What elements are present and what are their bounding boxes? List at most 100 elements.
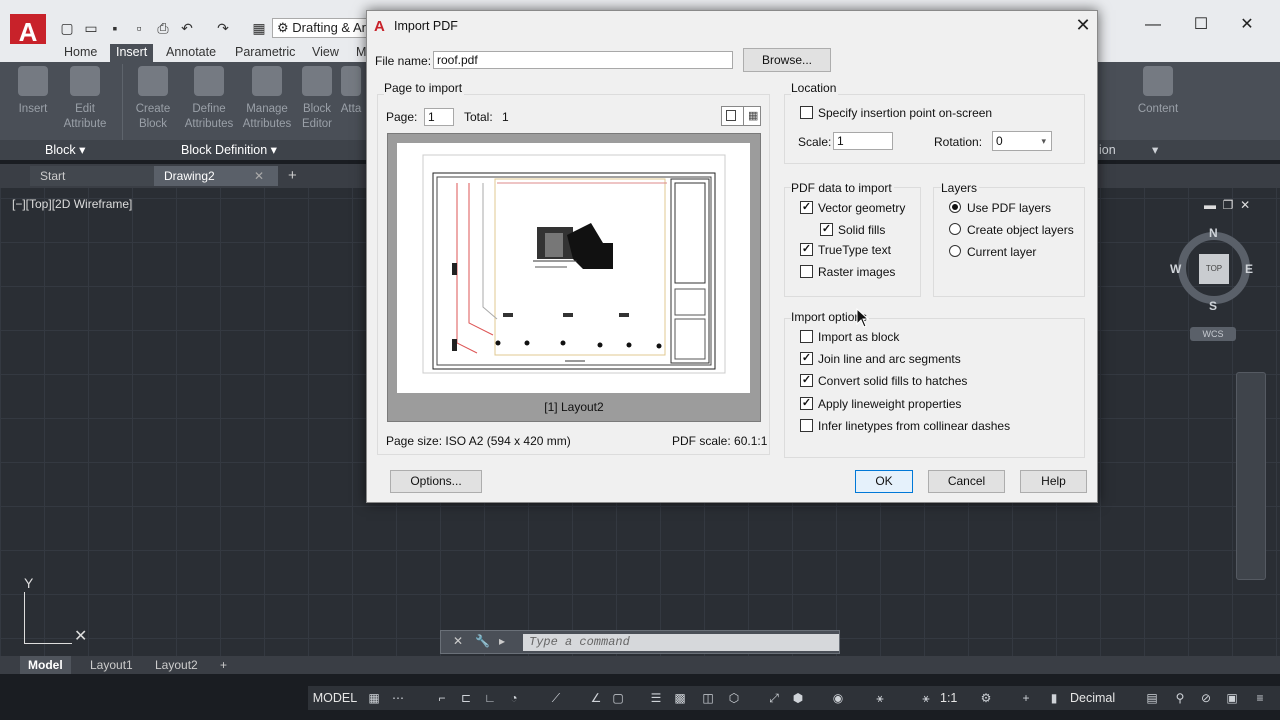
tab-view[interactable]: View: [306, 44, 345, 62]
compass-south[interactable]: S: [1209, 299, 1217, 313]
help-button[interactable]: Help: [1020, 470, 1087, 493]
file-tab-start[interactable]: Start: [30, 166, 154, 186]
3d-object-snap-icon[interactable]: ⬡: [726, 690, 742, 706]
cancel-button[interactable]: Cancel: [928, 470, 1005, 493]
new-icon[interactable]: ▢: [58, 20, 76, 36]
auto-scale-icon[interactable]: ⚹: [918, 690, 934, 706]
page-number-field[interactable]: 1: [424, 108, 454, 126]
rotation-select[interactable]: 0 ▾: [992, 131, 1052, 151]
plot-icon[interactable]: ⎙: [154, 20, 172, 36]
object-snap-tracking-icon[interactable]: ∠: [588, 690, 604, 706]
infer-constraints-icon[interactable]: ⌐: [434, 690, 450, 706]
block-editor-button[interactable]: Block Editor: [292, 66, 342, 136]
compass-west[interactable]: W: [1170, 262, 1181, 276]
file-name-field[interactable]: roof.pdf: [433, 51, 733, 69]
thumbnails-icon[interactable]: ▦: [748, 109, 758, 123]
navigation-bar[interactable]: [1236, 372, 1266, 580]
command-input[interactable]: Type a command: [523, 634, 839, 651]
polar-icon[interactable]: ◔: [506, 690, 522, 706]
tab-home[interactable]: Home: [58, 44, 103, 62]
tab-annotate[interactable]: Annotate: [160, 44, 222, 62]
create-block-button[interactable]: Create Block: [128, 66, 178, 136]
new-tab-button[interactable]: +: [288, 167, 297, 184]
lineweight-icon[interactable]: ☰: [648, 690, 664, 706]
tab-parametric[interactable]: Parametric: [229, 44, 301, 62]
command-history-icon[interactable]: ▸: [499, 634, 505, 648]
dynamic-ucs-icon[interactable]: ⤢: [766, 690, 782, 706]
convert-fills-checkbox[interactable]: ✓: [800, 374, 813, 387]
hardware-acceleration-icon[interactable]: ▣: [1224, 690, 1240, 706]
save-icon[interactable]: ▪: [106, 20, 124, 36]
selection-cycling-icon[interactable]: ◫: [700, 690, 716, 706]
compass-east[interactable]: E: [1245, 262, 1253, 276]
open-icon[interactable]: ▭: [82, 20, 100, 36]
raster-images-checkbox[interactable]: [800, 265, 813, 278]
undo-icon[interactable]: ↶: [178, 20, 196, 36]
specify-insertion-checkbox[interactable]: [800, 106, 813, 119]
maximize-button[interactable]: ☐: [1178, 14, 1224, 36]
tab-layout1[interactable]: Layout1: [82, 656, 141, 674]
attach-button[interactable]: Atta: [336, 66, 366, 136]
import-as-block-checkbox[interactable]: [800, 330, 813, 343]
panel-right-title[interactable]: ion: [1099, 142, 1116, 158]
redo-icon[interactable]: ↷: [214, 20, 232, 36]
panel-block-title[interactable]: Block ▾: [45, 142, 85, 158]
dynamic-input-icon[interactable]: ⊏: [458, 690, 474, 706]
gizmo-icon[interactable]: ◉: [830, 690, 846, 706]
viewport-controls[interactable]: [−][Top][2D Wireframe]: [12, 197, 132, 211]
isolate-objects-icon[interactable]: ⊘: [1198, 690, 1214, 706]
close-dialog-button[interactable]: ✕: [1072, 14, 1094, 36]
browse-button[interactable]: Browse...: [743, 48, 831, 72]
close-app-button[interactable]: ✕: [1224, 14, 1270, 36]
solid-fills-checkbox[interactable]: ✓: [820, 223, 833, 236]
use-pdf-layers-radio[interactable]: [949, 201, 961, 213]
minimize-button[interactable]: —: [1130, 14, 1176, 36]
close-icon[interactable]: ✕: [254, 166, 264, 186]
infer-linetypes-checkbox[interactable]: [800, 419, 813, 432]
chevron-down-icon[interactable]: ▾: [1152, 142, 1158, 158]
create-object-layers-radio[interactable]: [949, 223, 961, 235]
join-segments-checkbox[interactable]: ✓: [800, 352, 813, 365]
apply-lineweight-checkbox[interactable]: ✓: [800, 397, 813, 410]
customization-icon[interactable]: ≡: [1252, 690, 1268, 706]
ok-button[interactable]: OK: [855, 470, 913, 493]
grid-icon[interactable]: ▦: [366, 690, 382, 706]
viewcube[interactable]: TOP: [1199, 254, 1229, 284]
compass-north[interactable]: N: [1209, 226, 1218, 240]
content-button[interactable]: Content: [1130, 66, 1186, 136]
model-space-toggle[interactable]: MODEL: [310, 688, 360, 708]
options-button[interactable]: Options...: [390, 470, 482, 493]
add-layout-button[interactable]: +: [212, 656, 235, 674]
define-attributes-button[interactable]: Define Attributes: [184, 66, 234, 136]
annotation-scale[interactable]: 1:1: [940, 688, 970, 708]
file-tab-drawing[interactable]: Drawing2 ✕: [154, 166, 278, 186]
single-page-icon[interactable]: [726, 110, 736, 121]
edit-attribute-button[interactable]: Edit Attribute: [60, 66, 110, 136]
transparency-icon[interactable]: ▩: [672, 690, 688, 706]
wrench-icon[interactable]: 🔧: [475, 634, 490, 648]
panel-block-definition-title[interactable]: Block Definition ▾: [181, 142, 277, 158]
plus-icon[interactable]: +: [1018, 690, 1034, 706]
ortho-icon[interactable]: ∟: [482, 690, 498, 706]
insert-block-button[interactable]: Insert: [8, 66, 58, 136]
truetype-text-checkbox[interactable]: ✓: [800, 243, 813, 256]
annotation-visibility-icon[interactable]: ⚹: [872, 690, 888, 706]
manage-attributes-button[interactable]: Manage Attributes: [242, 66, 292, 136]
tab-layout2[interactable]: Layout2: [147, 656, 206, 674]
lock-ui-icon[interactable]: ⚲: [1172, 690, 1188, 706]
object-snap-icon[interactable]: ▢: [610, 690, 626, 706]
gear-icon[interactable]: ⚙: [978, 690, 994, 706]
snap-icon[interactable]: ⋯: [390, 690, 406, 706]
close-icon[interactable]: ✕: [453, 634, 463, 648]
tab-insert[interactable]: Insert: [110, 44, 154, 62]
selection-filter-icon[interactable]: ⬢: [790, 690, 806, 706]
units-selector[interactable]: Decimal: [1070, 688, 1130, 708]
viewport-window-controls[interactable]: ▬ ❐ ✕: [1204, 198, 1264, 212]
vector-geometry-checkbox[interactable]: ✓: [800, 201, 813, 214]
isodraft-icon[interactable]: ⟋: [548, 690, 564, 706]
scale-field[interactable]: 1: [833, 132, 893, 150]
wcs-menu[interactable]: WCS: [1190, 327, 1236, 341]
save-as-icon[interactable]: ▫: [130, 20, 148, 36]
tab-model[interactable]: Model: [20, 656, 71, 674]
match-properties-icon[interactable]: ▦: [250, 20, 268, 36]
